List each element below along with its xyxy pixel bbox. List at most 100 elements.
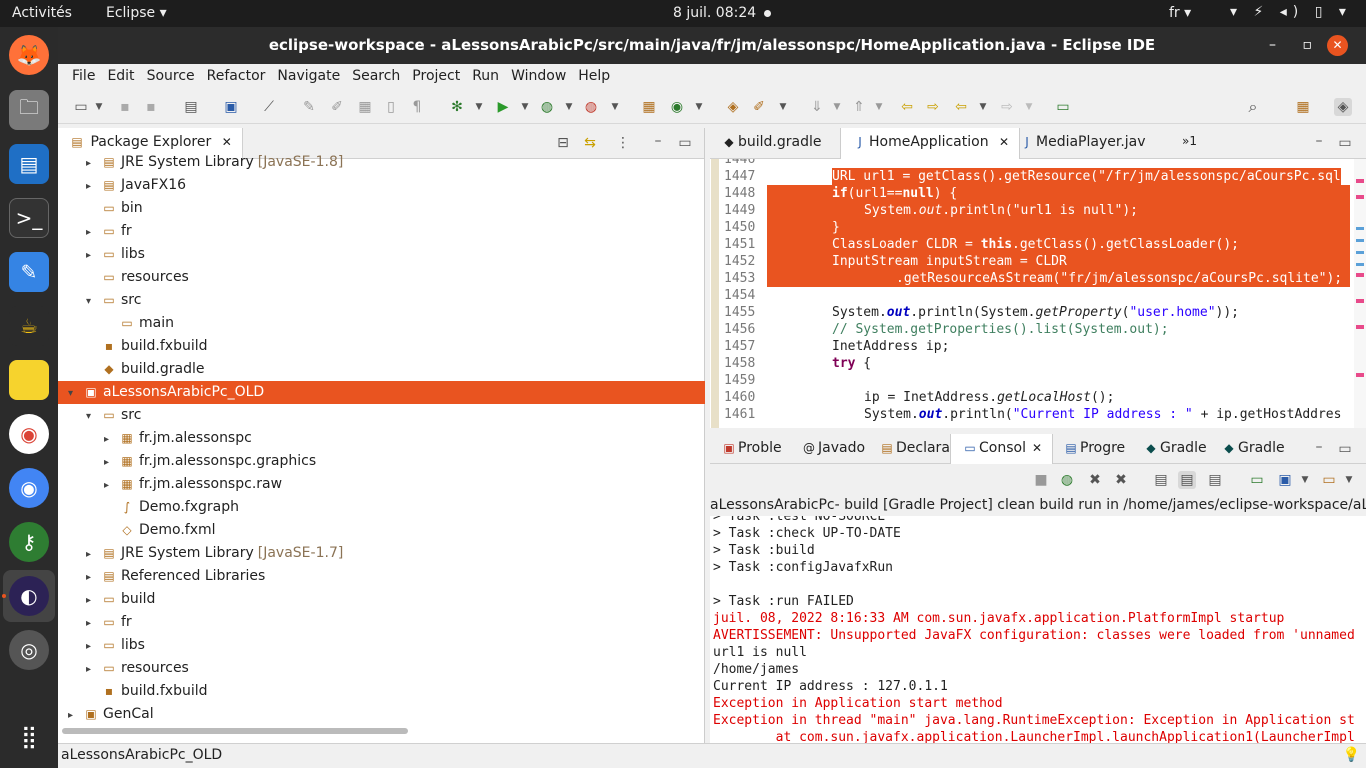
tree-item[interactable]: ▸ ▤ Referenced Libraries	[58, 565, 705, 588]
edit-icon[interactable]: ✐	[328, 98, 346, 116]
tree-item[interactable]: ◆ build.gradle	[58, 358, 705, 381]
remove-launch-icon[interactable]: ◍	[1058, 471, 1076, 489]
keepass-icon[interactable]: ⚷	[9, 522, 49, 562]
tree-item[interactable]: ▸ ▭ build	[58, 588, 705, 611]
toggle-mark-icon[interactable]: ✎	[300, 98, 318, 116]
menu-refactor[interactable]: Refactor	[201, 64, 272, 90]
external-tools-icon[interactable]: ◍	[582, 98, 600, 116]
console-output[interactable]: > Task :test NO-SOURCE > Task :check UP-T…	[710, 516, 1366, 743]
activities-button[interactable]: Activités	[12, 5, 72, 21]
expand-toggle-icon[interactable]: ▸	[86, 658, 100, 681]
expand-toggle-icon[interactable]: ▸	[86, 152, 100, 175]
tree-item[interactable]: ▸ ▣ GenCal	[58, 703, 705, 726]
display-console-icon[interactable]: ▣	[1276, 471, 1294, 489]
last-edit-icon[interactable]: ⇦	[898, 98, 916, 116]
writer-icon[interactable]: ▤	[9, 144, 49, 184]
view-menu-icon[interactable]: ⋮	[614, 134, 632, 152]
horizontal-scrollbar[interactable]	[62, 728, 408, 734]
tree-item[interactable]: ▾ ▭ src	[58, 404, 705, 427]
tree-item[interactable]: ▾ ▭ src	[58, 289, 705, 312]
tree-item[interactable]: ▸ ▦ fr.jm.alessonspc	[58, 427, 705, 450]
code-view[interactable]: 1446 1447 URL url1 = getClass().getResour…	[710, 159, 1350, 428]
disc-icon[interactable]: ◎	[9, 630, 49, 670]
tab-console[interactable]: ▭ Consol ✕	[950, 434, 1054, 465]
tree-item[interactable]: ◇ Demo.fxml	[58, 519, 705, 542]
prev-annotation-dropdown-icon[interactable]: ▼	[870, 98, 888, 116]
back-dropdown-icon[interactable]: ▼	[974, 98, 992, 116]
maximize-editor-icon[interactable]: ▭	[1336, 134, 1354, 152]
chrome-icon[interactable]: ◉	[9, 414, 49, 454]
tab-build-gradle[interactable]: ◆ build.gradle	[710, 128, 832, 159]
tree-item[interactable]: ▸ ▭ fr	[58, 220, 705, 243]
coverage-icon[interactable]: ◍	[538, 98, 556, 116]
remove-all-terminated-icon[interactable]: ✖	[1112, 471, 1130, 489]
overview-ruler[interactable]	[1354, 159, 1366, 428]
language-selector[interactable]: fr ▾	[1169, 5, 1191, 21]
search-dropdown-icon[interactable]: ▼	[774, 98, 792, 116]
tab-overflow[interactable]: »1	[1172, 128, 1207, 159]
tree-item[interactable]: ▭ main	[58, 312, 705, 335]
tree-item[interactable]: ▸ ▤ JavaFX16	[58, 174, 705, 197]
new-dropdown-icon[interactable]: ▼	[90, 98, 108, 116]
coverage-dropdown-icon[interactable]: ▼	[560, 98, 578, 116]
terminate-icon[interactable]: ■	[1032, 471, 1050, 489]
tree-item[interactable]: ▸ ▤ JRE System Library [JavaSE-1.7]	[58, 542, 705, 565]
clear-console-icon[interactable]: ▤	[1152, 471, 1170, 489]
menu-file[interactable]: File	[66, 64, 101, 90]
tree-item[interactable]: ▸ ▭ libs	[58, 243, 705, 266]
tab-gradle-tasks[interactable]: ◆ Gradle	[1132, 434, 1217, 465]
save-all-icon[interactable]: ▪	[142, 98, 160, 116]
minimize-button[interactable]: –	[1269, 27, 1276, 64]
expand-toggle-icon[interactable]: ▸	[86, 589, 100, 612]
tree-item[interactable]: ▸ ▭ fr	[58, 611, 705, 634]
new-class-icon[interactable]: ◉	[668, 98, 686, 116]
search-icon[interactable]: ⌕	[1244, 98, 1262, 116]
expand-toggle-icon[interactable]: ▾	[68, 382, 82, 405]
menu-run[interactable]: Run	[466, 64, 505, 90]
maximize-console-icon[interactable]: ▭	[1336, 440, 1354, 458]
remove-all-icon[interactable]: ✖	[1086, 471, 1104, 489]
menu-navigate[interactable]: Navigate	[271, 64, 346, 90]
pin-console-icon[interactable]: ▭	[1248, 471, 1266, 489]
prev-annotation-icon[interactable]: ⇑	[850, 98, 868, 116]
expand-toggle-icon[interactable]: ▸	[86, 221, 100, 244]
debug-icon[interactable]: ✻	[448, 98, 466, 116]
minimize-editor-icon[interactable]: –	[1310, 132, 1328, 150]
word-wrap-icon[interactable]: ▤	[1206, 471, 1224, 489]
forward-edit-icon[interactable]: ⇨	[924, 98, 942, 116]
expand-toggle-icon[interactable]: ▾	[86, 405, 100, 428]
expand-toggle-icon[interactable]: ▸	[104, 451, 118, 474]
notes-icon[interactable]	[9, 360, 49, 400]
debug-dropdown-icon[interactable]: ▼	[470, 98, 488, 116]
menu-project[interactable]: Project	[406, 64, 466, 90]
app-menu[interactable]: Eclipse ▾	[106, 5, 167, 21]
tab-progress[interactable]: ▤ Progre	[1052, 434, 1135, 465]
close-tab-icon[interactable]: ✕	[222, 135, 232, 149]
skip-breakpoints-icon[interactable]: ⟋	[260, 98, 278, 116]
pin-editor-icon[interactable]: ▭	[1054, 98, 1072, 116]
open-type-icon[interactable]: ◈	[724, 98, 742, 116]
expand-toggle-icon[interactable]: ▸	[86, 543, 100, 566]
print-icon[interactable]: ▤	[182, 98, 200, 116]
cup-icon[interactable]: ☕	[9, 306, 49, 346]
eclipse-icon[interactable]: ◐	[9, 576, 49, 616]
back-icon[interactable]: ⇦	[952, 98, 970, 116]
tree-item[interactable]: ▸ ▭ libs	[58, 634, 705, 657]
tab-media-player[interactable]: J MediaPlayer.jav	[1008, 128, 1156, 159]
close-console-tab-icon[interactable]: ✕	[1032, 441, 1042, 455]
forward-dropdown-icon[interactable]: ▼	[1020, 98, 1038, 116]
run-dropdown-icon[interactable]: ▼	[516, 98, 534, 116]
tree-item[interactable]: ▭ resources	[58, 266, 705, 289]
close-button[interactable]: ✕	[1327, 35, 1348, 56]
expand-toggle-icon[interactable]: ▾	[86, 290, 100, 313]
menu-window[interactable]: Window	[505, 64, 572, 90]
pilcrow-icon[interactable]: ¶	[408, 98, 426, 116]
menu-help[interactable]: Help	[572, 64, 616, 90]
terminal-view-icon[interactable]: ▣	[222, 98, 240, 116]
expand-toggle-icon[interactable]: ▸	[86, 566, 100, 589]
tab-gradle-executions[interactable]: ◆ Gradle	[1210, 434, 1295, 465]
terminal-icon[interactable]: >_	[9, 198, 49, 238]
display-console-dropdown-icon[interactable]: ▼	[1296, 471, 1314, 489]
expand-toggle-icon[interactable]: ▸	[68, 704, 82, 727]
tree-item[interactable]: ▸ ▤ JRE System Library [JavaSE-1.8]	[58, 151, 705, 174]
